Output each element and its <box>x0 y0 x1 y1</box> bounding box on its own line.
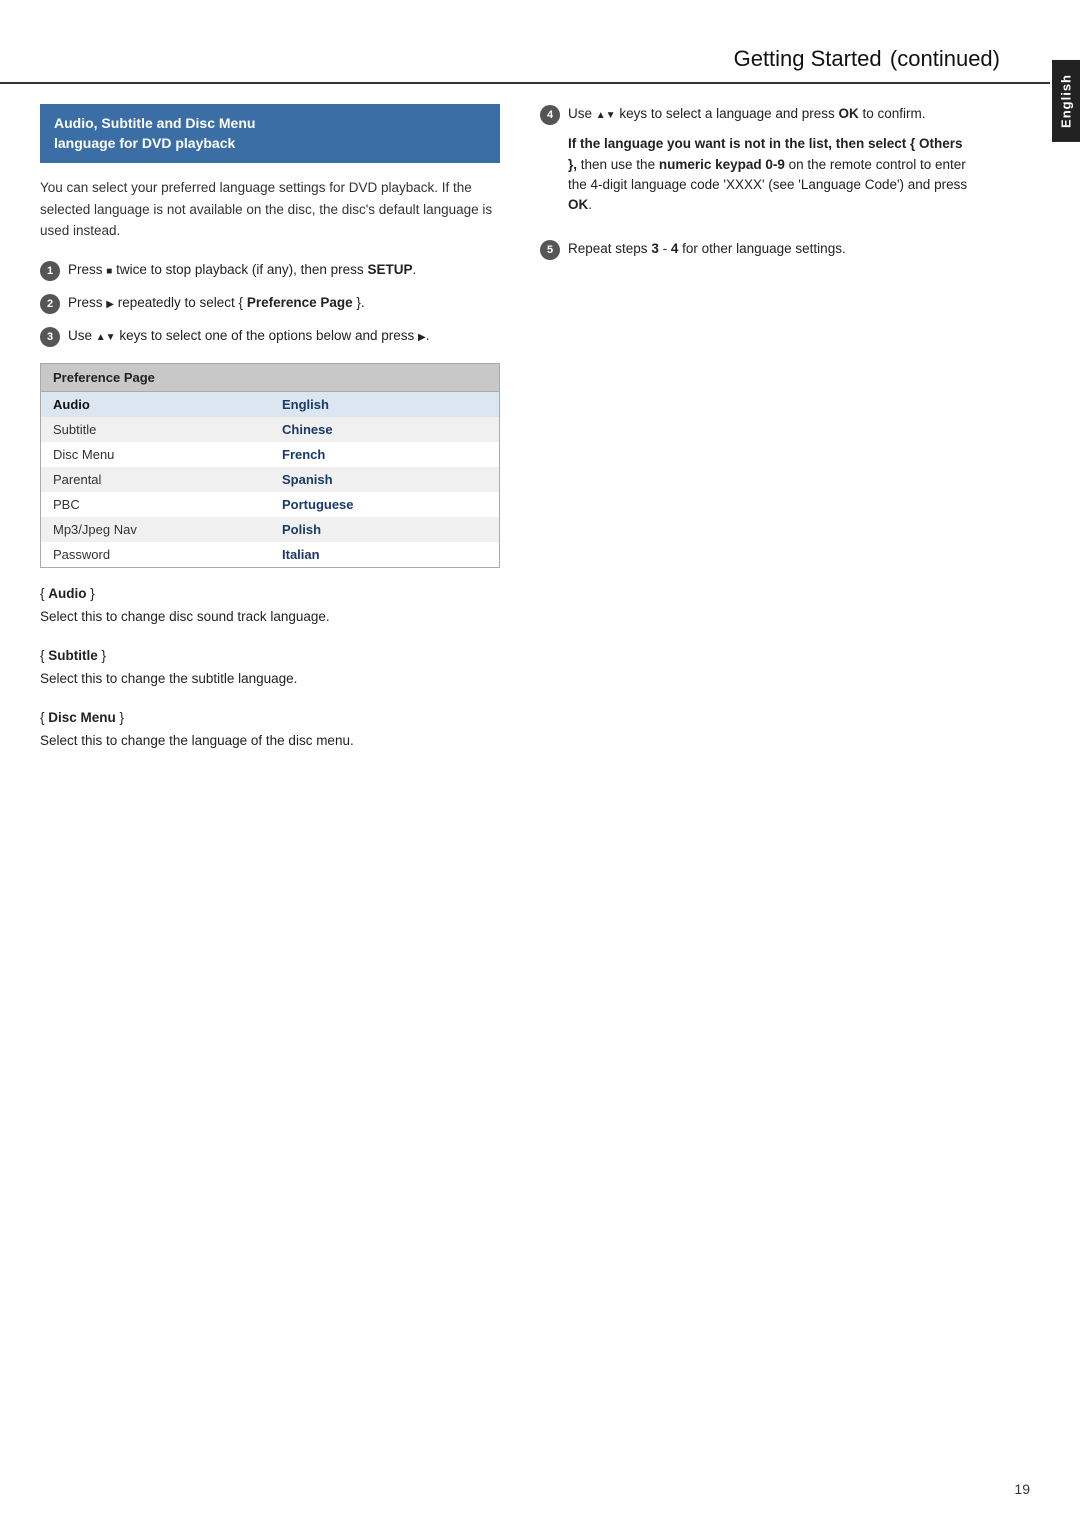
pref-row-left-3: Parental <box>41 467 270 492</box>
pref-table-header: Preference Page <box>41 364 499 392</box>
tri-up-icon-4 <box>596 106 606 121</box>
step-1-num: 1 <box>40 261 60 281</box>
page-container: English Getting Started (continued) Audi… <box>0 0 1080 1527</box>
header-title: Getting Started <box>734 46 882 71</box>
table-row: SubtitleChinese <box>41 417 499 442</box>
step-5: 5 Repeat steps 3 - 4 for other language … <box>540 239 970 269</box>
step-5-num: 5 <box>540 240 560 260</box>
table-row: Mp3/Jpeg NavPolish <box>41 517 499 542</box>
left-column: Audio, Subtitle and Disc Menu language f… <box>40 104 500 770</box>
pref-row-right-4: Portuguese <box>270 492 499 517</box>
audio-title: { Audio } <box>40 584 500 605</box>
pref-row-left-5: Mp3/Jpeg Nav <box>41 517 270 542</box>
right-column: 4 Use keys to select a language and pres… <box>540 104 970 770</box>
table-row: Disc MenuFrench <box>41 442 499 467</box>
step-1-content: Press twice to stop playback (if any), t… <box>68 260 500 280</box>
table-row: ParentalSpanish <box>41 467 499 492</box>
blue-header-box: Audio, Subtitle and Disc Menu language f… <box>40 104 500 163</box>
step-4-num: 4 <box>540 105 560 125</box>
step-2-content: Press repeatedly to select { Preference … <box>68 293 500 313</box>
side-tab-label: English <box>1059 74 1074 128</box>
pref-row-right-2: French <box>270 442 499 467</box>
pref-row-left-0: Audio <box>41 392 270 417</box>
section-subtitle: { Subtitle } Select this to change the s… <box>40 646 500 690</box>
tri-down-icon-3 <box>106 328 116 343</box>
table-row: PasswordItalian <box>41 542 499 567</box>
pref-table: AudioEnglishSubtitleChineseDisc MenuFren… <box>41 392 499 567</box>
step-2-num: 2 <box>40 294 60 314</box>
pref-row-right-3: Spanish <box>270 467 499 492</box>
disc-menu-desc: Select this to change the language of th… <box>40 731 500 752</box>
page-number: 19 <box>1014 1481 1030 1497</box>
pref-row-right-6: Italian <box>270 542 499 567</box>
blue-box-line1: Audio, Subtitle and Disc Menu <box>54 115 255 131</box>
pref-row-right-5: Polish <box>270 517 499 542</box>
page-header: Getting Started (continued) <box>0 30 1050 84</box>
table-row: PBCPortuguese <box>41 492 499 517</box>
page-title: Getting Started (continued) <box>0 40 1000 74</box>
step-3: 3 Use keys to select one of the options … <box>40 326 500 347</box>
step-4-content: Use keys to select a language and press … <box>568 104 970 225</box>
header-subtitle: (continued) <box>890 46 1000 71</box>
step-1: 1 Press twice to stop playback (if any),… <box>40 260 500 281</box>
tri-right-icon-3 <box>418 328 426 343</box>
preference-table-container: Preference Page AudioEnglishSubtitleChin… <box>40 363 500 568</box>
step-5-content: Repeat steps 3 - 4 for other language se… <box>568 239 970 269</box>
step-3-content: Use keys to select one of the options be… <box>68 326 500 346</box>
step-4-text: Use keys to select a language and press … <box>568 104 970 124</box>
audio-desc: Select this to change disc sound track l… <box>40 607 500 628</box>
step-4-bold-text: If the language you want is not in the l… <box>568 134 970 215</box>
tri-up-icon-3 <box>96 328 106 343</box>
pref-row-right-0: English <box>270 392 499 417</box>
pref-row-left-6: Password <box>41 542 270 567</box>
content-area: Audio, Subtitle and Disc Menu language f… <box>0 84 1050 790</box>
pref-row-left-2: Disc Menu <box>41 442 270 467</box>
step-4: 4 Use keys to select a language and pres… <box>540 104 970 225</box>
intro-text: You can select your preferred language s… <box>40 177 500 242</box>
pref-row-left-4: PBC <box>41 492 270 517</box>
tri-down-icon-4 <box>606 106 616 121</box>
tri-right-icon-2 <box>106 295 114 310</box>
step-5-text: Repeat steps 3 - 4 for other language se… <box>568 239 970 259</box>
disc-menu-title: { Disc Menu } <box>40 708 500 729</box>
blue-box-line2: language for DVD playback <box>54 135 235 151</box>
table-row: AudioEnglish <box>41 392 499 417</box>
step-3-num: 3 <box>40 327 60 347</box>
section-disc-menu: { Disc Menu } Select this to change the … <box>40 708 500 752</box>
step-2: 2 Press repeatedly to select { Preferenc… <box>40 293 500 314</box>
section-audio: { Audio } Select this to change disc sou… <box>40 584 500 628</box>
side-tab-english: English <box>1052 60 1080 142</box>
pref-row-left-1: Subtitle <box>41 417 270 442</box>
stop-icon <box>106 262 112 277</box>
pref-row-right-1: Chinese <box>270 417 499 442</box>
subtitle-desc: Select this to change the subtitle langu… <box>40 669 500 690</box>
subtitle-title: { Subtitle } <box>40 646 500 667</box>
